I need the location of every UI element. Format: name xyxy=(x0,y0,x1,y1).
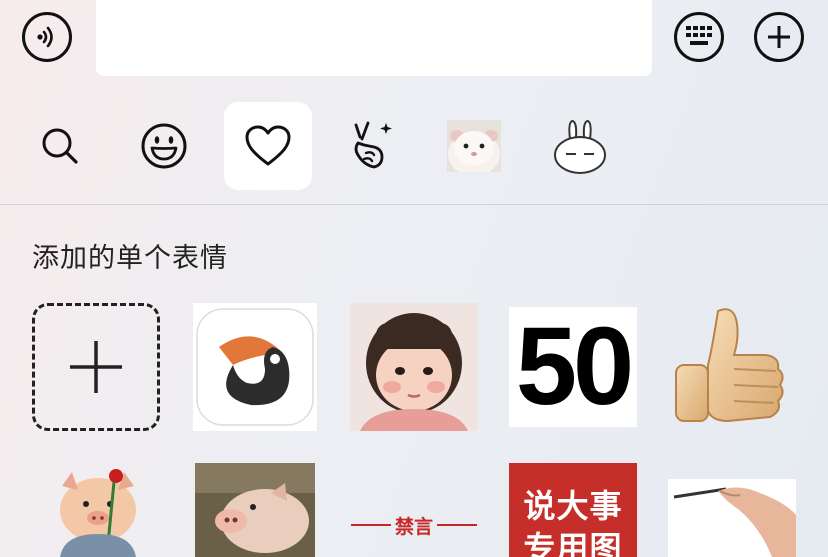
keyboard-button[interactable] xyxy=(674,12,724,62)
tab-emoji[interactable] xyxy=(120,102,208,190)
input-toolbar xyxy=(0,0,828,90)
forbidden-words-label: 禁言 xyxy=(350,512,477,539)
tab-favorites[interactable] xyxy=(224,102,312,190)
tab-rabbit[interactable] xyxy=(536,102,624,190)
add-button[interactable] xyxy=(754,12,804,62)
hand-writing-image xyxy=(668,479,796,557)
sticker-number-50[interactable]: 50 xyxy=(509,307,637,427)
sticker-pig-with-rose[interactable] xyxy=(50,466,146,557)
sticker-pig-photo[interactable] xyxy=(195,463,315,557)
keyboard-icon xyxy=(686,26,712,45)
big-news-line1: 说大事 xyxy=(523,487,623,525)
sticker-toucan-app-logo[interactable] xyxy=(193,303,317,431)
decorative-line xyxy=(437,524,477,526)
sticker-hand-writing[interactable] xyxy=(668,479,796,557)
search-icon xyxy=(42,128,78,164)
voice-button[interactable] xyxy=(22,12,72,62)
thumbs-up-icon xyxy=(675,308,784,423)
sticker-50-text: 50 xyxy=(515,307,634,427)
smiley-icon xyxy=(141,123,187,169)
tab-gestures[interactable] xyxy=(328,102,416,190)
sticker-thumbs-up[interactable] xyxy=(668,303,796,431)
pig-photo-image xyxy=(195,463,315,557)
sticker-chubby-girl[interactable] xyxy=(350,303,478,431)
tab-hamster[interactable] xyxy=(430,102,518,190)
chubby-girl-image xyxy=(350,303,478,431)
plus-icon xyxy=(768,26,790,48)
sticker-big-news[interactable]: 说大事 专用图 xyxy=(509,463,637,557)
divider xyxy=(0,204,828,205)
message-input[interactable] xyxy=(96,0,652,76)
plus-icon xyxy=(70,341,122,393)
section-title: 添加的单个表情 xyxy=(32,243,228,274)
forbidden-words-text: 禁言 xyxy=(394,515,433,538)
sticker-forbidden-words[interactable]: 禁言 xyxy=(350,500,478,550)
add-sticker-button[interactable] xyxy=(32,303,160,431)
decorative-line xyxy=(350,524,391,526)
big-news-line2: 专用图 xyxy=(523,529,623,557)
rabbit-sticker xyxy=(554,119,606,174)
heart-icon xyxy=(245,125,291,166)
hamster-sticker xyxy=(447,120,501,172)
toucan-logo-icon xyxy=(196,308,314,426)
peace-hand-icon xyxy=(354,121,392,169)
voice-icon xyxy=(37,26,53,48)
tab-search[interactable] xyxy=(16,102,104,190)
sticker-tabs xyxy=(0,96,828,204)
pig-rose-image xyxy=(60,469,136,557)
